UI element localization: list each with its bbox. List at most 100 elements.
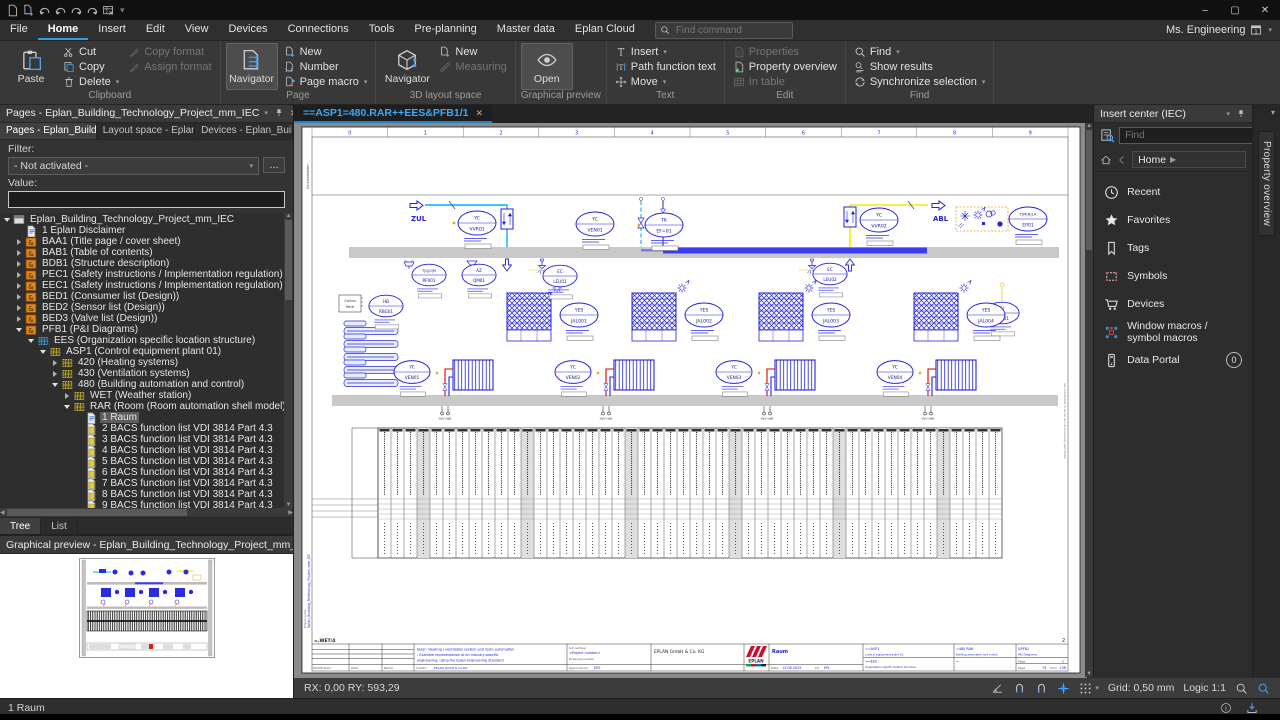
tree-item-1-raum[interactable]: 1 Raum — [0, 412, 293, 423]
tree-item-480-building-automation-and-co[interactable]: 480 (Building automation and control) — [0, 379, 293, 390]
info-icon[interactable] — [1220, 702, 1232, 714]
selected-ceiling-element[interactable] — [663, 248, 927, 254]
insert-center-item-window-macros-symbol-macros[interactable]: Window macros / symbol macros — [1094, 318, 1252, 346]
expander-icon[interactable] — [27, 336, 36, 345]
expander-icon[interactable] — [63, 402, 72, 411]
expander-icon[interactable] — [15, 248, 24, 257]
canvas-vscrollbar[interactable]: ▲▼ — [1085, 123, 1093, 677]
tree-item-bed2-sensor-list-design-[interactable]: &BED2 (Sensor list (Design)) — [0, 302, 293, 313]
blind-4[interactable] — [914, 293, 958, 341]
find-command-input[interactable] — [674, 24, 788, 37]
properties-button[interactable]: Properties — [730, 44, 840, 59]
tree-item-eplan-building-technology-proj[interactable]: Eplan_Building_Technology_Project_mm_IEC — [0, 214, 293, 225]
table-edit-icon[interactable] — [102, 4, 115, 17]
tree-hscrollbar[interactable]: ◀▶ — [0, 508, 293, 517]
menu-eplan-cloud[interactable]: Eplan Cloud — [565, 20, 645, 40]
qat-overflow-icon[interactable]: ▾ — [118, 5, 127, 16]
page-macro-button[interactable]: Page macro▾ — [281, 74, 371, 89]
insert-center-search-input[interactable] — [1123, 129, 1259, 142]
tree-item-6-bacs-function-list-vdi-3814-[interactable]: 6 BACS function list VDI 3814 Part 4.3 — [0, 467, 293, 478]
preview-thumbnail-area[interactable] — [0, 554, 293, 698]
floor-band[interactable] — [332, 395, 1058, 406]
expander-icon[interactable] — [15, 325, 24, 334]
expander-icon[interactable] — [39, 347, 48, 356]
open-preview-button[interactable]: Open — [521, 43, 573, 90]
paste-button[interactable]: Paste — [5, 43, 57, 90]
home-icon[interactable] — [1100, 154, 1112, 166]
tree-item-2-bacs-function-list-vdi-3814-[interactable]: 2 BACS function list VDI 3814 Part 4.3 — [0, 423, 293, 434]
expander-icon[interactable] — [15, 270, 24, 279]
menu-devices[interactable]: Devices — [218, 20, 277, 40]
value-input[interactable] — [8, 191, 285, 208]
find-in-page-icon[interactable] — [1100, 128, 1115, 143]
undo-icon[interactable] — [38, 4, 51, 17]
grid-caret-icon[interactable]: ▾ — [1095, 684, 1099, 692]
insert-center-item-symbols[interactable]: Symbols — [1094, 262, 1252, 290]
expander-icon[interactable] — [15, 303, 24, 312]
menu-insert[interactable]: Insert — [88, 20, 136, 40]
delete-button[interactable]: Delete▾ — [60, 74, 122, 89]
tree-item-3-bacs-function-list-vdi-3814-[interactable]: 3 BACS function list VDI 3814 Part 4.3 — [0, 434, 293, 445]
drawing-canvas[interactable]: 0123456789 GA Kammlinien ZUL — [294, 123, 1087, 678]
close-button[interactable]: ✕ — [1250, 0, 1280, 20]
menu-pre-planning[interactable]: Pre-planning — [404, 20, 486, 40]
insert-center-header[interactable]: Insert center (IEC) ▾ — [1094, 105, 1252, 123]
zoom-in-icon[interactable] — [1235, 682, 1248, 695]
show-results-button[interactable]: Show results — [851, 59, 989, 74]
preview-panel-header[interactable]: Graphical preview - Eplan_Building_Techn… — [0, 536, 293, 554]
close-icon[interactable]: ✕ — [475, 108, 483, 119]
expander-icon[interactable] — [3, 215, 12, 224]
redo-icon[interactable] — [70, 4, 83, 17]
tree-item-pec1-safety-instructions-imple[interactable]: &PEC1 (Safety instructions / Implementat… — [0, 269, 293, 280]
function-list-table[interactable] — [312, 428, 1002, 558]
close-icon[interactable]: ✕ — [290, 108, 293, 119]
tree-item-bab1-table-of-contents-[interactable]: &BAB1 (Table of contents) — [0, 247, 293, 258]
3d-new-button[interactable]: New — [436, 44, 509, 59]
tree-item-asp1-control-equipment-plant-0[interactable]: ASP1 (Control equipment plant 01) — [0, 346, 293, 357]
dock-options-icon[interactable]: ▾ — [1271, 108, 1275, 117]
assign-format-button[interactable]: Assign format — [125, 59, 214, 74]
back-icon[interactable] — [1116, 154, 1128, 166]
document-tab[interactable]: ==ASP1=480.RAR++EES&PFB1/1 ✕ — [294, 105, 492, 123]
insert-center-item-tags[interactable]: Tags — [1094, 234, 1252, 262]
in-table-button[interactable]: In table — [730, 74, 840, 89]
insert-center-item-recent[interactable]: Recent — [1094, 178, 1252, 206]
tree-item-5-bacs-function-list-vdi-3814-[interactable]: 5 BACS function list VDI 3814 Part 4.3 — [0, 456, 293, 467]
page-number-button[interactable]: Number — [281, 59, 371, 74]
tree-item-bed1-consumer-list-design-[interactable]: &BED1 (Consumer list (Design)) — [0, 291, 293, 302]
insert-center-item-data-portal[interactable]: Data Portal0 — [1094, 346, 1252, 374]
tree-item-wet-weather-station-[interactable]: WET (Weather station) — [0, 390, 293, 401]
find-command-box[interactable] — [655, 22, 793, 39]
expander-icon[interactable] — [15, 281, 24, 290]
tree-item-ees-organization-specific-loca[interactable]: EES (Organization specific location stru… — [0, 335, 293, 346]
tree-item-7-bacs-function-list-vdi-3814-[interactable]: 7 BACS function list VDI 3814 Part 4.3 — [0, 478, 293, 489]
tree-item-9-bacs-function-list-vdi-3814-[interactable]: 9 BACS function list VDI 3814 Part 4.3 — [0, 500, 293, 508]
tree-item-430-ventilation-systems-[interactable]: 430 (Ventilation systems) — [0, 368, 293, 379]
expander-icon[interactable] — [15, 292, 24, 301]
page-navigator-button[interactable]: Navigator — [226, 43, 278, 90]
control-panel[interactable]: Control Panel — [339, 295, 363, 312]
open-page-icon[interactable] — [22, 4, 35, 17]
tree-item-eec1-safety-instructions-imple[interactable]: &EEC1 (Safety instructions / Implementat… — [0, 280, 293, 291]
menu-file[interactable]: File — [0, 20, 38, 40]
blind-3[interactable] — [759, 293, 803, 341]
tab-pages[interactable]: Pages - Eplan_Building_... — [0, 123, 97, 140]
crosshair-icon[interactable] — [1057, 682, 1070, 695]
path-function-text-button[interactable]: Path function text — [612, 59, 719, 74]
insert-center-item-favorites[interactable]: Favorites — [1094, 206, 1252, 234]
expander-icon[interactable] — [15, 237, 24, 246]
object-snap-icon[interactable] — [1013, 682, 1026, 695]
pin-icon[interactable] — [1236, 109, 1246, 119]
angle-snap-icon[interactable] — [991, 682, 1004, 695]
redo-history-icon[interactable] — [86, 4, 99, 17]
zoom-area-icon[interactable] — [1257, 682, 1270, 695]
menu-connections[interactable]: Connections — [278, 20, 359, 40]
panel-menu-icon[interactable]: ▾ — [1227, 110, 1231, 118]
tree-item-bed3-valve-list-design-[interactable]: &BED3 (Valve list (Design)) — [0, 313, 293, 324]
menu-view[interactable]: View — [175, 20, 219, 40]
pages-tree[interactable]: Eplan_Building_Technology_Project_mm_IEC… — [0, 213, 293, 508]
grid-icon[interactable] — [1079, 682, 1092, 695]
menu-master-data[interactable]: Master data — [487, 20, 565, 40]
blind-1[interactable] — [507, 293, 551, 341]
pages-panel-header[interactable]: Pages - Eplan_Building_Technology_Projec… — [0, 105, 293, 123]
